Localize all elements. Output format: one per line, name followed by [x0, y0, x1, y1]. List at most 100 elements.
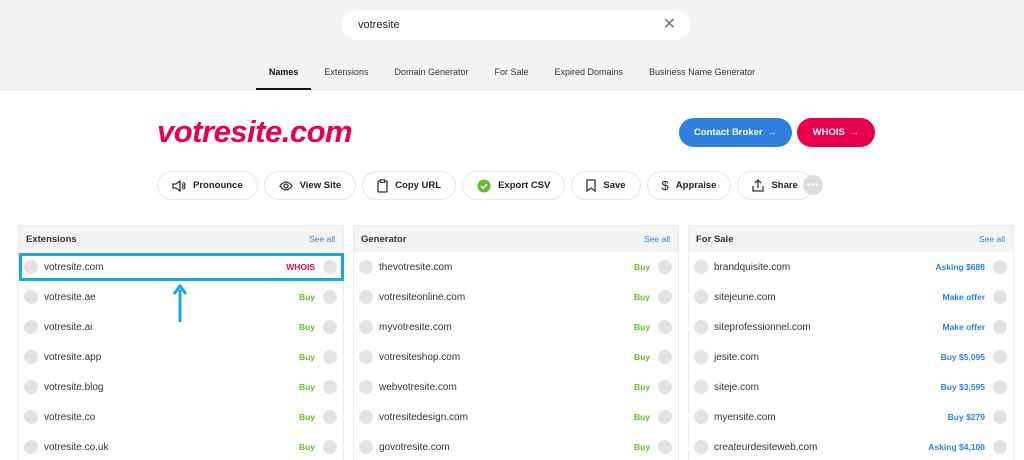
chevron-icon[interactable]: [323, 290, 337, 304]
chevron-icon[interactable]: [323, 260, 337, 274]
whois-button[interactable]: WHOIS →: [797, 118, 875, 147]
more-options-icon[interactable]: •••: [803, 175, 823, 195]
status-dot: [694, 320, 708, 334]
list-item[interactable]: votresiteonline.com Buy: [354, 282, 678, 312]
price-link[interactable]: Buy $3,595: [941, 382, 985, 392]
domain-name: siteprofessionnel.com: [714, 321, 811, 333]
price-link[interactable]: Asking $688: [935, 262, 985, 272]
list-item[interactable]: votresiteshop.com Buy: [354, 342, 678, 372]
save-button[interactable]: Save: [571, 171, 641, 200]
chevron-icon[interactable]: [323, 440, 337, 454]
buy-link[interactable]: Buy: [634, 442, 650, 452]
panel-title: Generator: [361, 233, 407, 245]
domain-name: brandquisite.com: [714, 261, 791, 273]
tab-for-sale[interactable]: For Sale: [482, 57, 542, 90]
chevron-icon[interactable]: [658, 320, 672, 334]
tab-business-name-generator[interactable]: Business Name Generator: [636, 57, 768, 90]
chevron-icon[interactable]: [658, 290, 672, 304]
price-link[interactable]: Make offer: [942, 292, 985, 302]
list-item[interactable]: votresite.app Buy: [19, 342, 343, 372]
domain-name: myvotresite.com: [379, 321, 452, 333]
close-icon[interactable]: ✕: [663, 17, 676, 33]
tab-names[interactable]: Names: [255, 57, 312, 90]
arrow-right-icon: →: [849, 127, 860, 138]
list-item[interactable]: thevotresite.com Buy: [354, 252, 678, 282]
status-dot: [694, 410, 708, 424]
chevron-icon[interactable]: [658, 260, 672, 274]
buy-link[interactable]: Buy: [299, 382, 315, 392]
chevron-icon[interactable]: [993, 290, 1007, 304]
chevron-icon[interactable]: [323, 410, 337, 424]
chevron-icon[interactable]: [323, 350, 337, 364]
list-item[interactable]: jesite.com Buy $5,095: [689, 342, 1013, 372]
price-link[interactable]: Buy $279: [948, 412, 985, 422]
price-link[interactable]: Make offer: [942, 322, 985, 332]
domain-name: webvotresite.com: [379, 381, 457, 393]
list-item[interactable]: siteje.com Buy $3,595: [689, 372, 1013, 402]
buy-link[interactable]: Buy: [634, 382, 650, 392]
buy-link[interactable]: Buy: [634, 292, 650, 302]
copy-url-button[interactable]: Copy URL: [362, 171, 457, 200]
list-item[interactable]: webvotresite.com Buy: [354, 372, 678, 402]
domain-name: votresite.co.uk: [44, 441, 109, 453]
buy-link[interactable]: Buy: [299, 412, 315, 422]
buy-link[interactable]: Buy: [634, 412, 650, 422]
price-link[interactable]: Asking $4,106: [928, 442, 985, 452]
list-item[interactable]: votresite.co.uk Buy: [19, 432, 343, 460]
action-bar: Pronounce View Site Copy URL Export CSV …: [157, 171, 813, 200]
list-item[interactable]: myvotresite.com Buy: [354, 312, 678, 342]
search-input[interactable]: votresite: [358, 19, 663, 31]
chevron-icon[interactable]: [993, 440, 1007, 454]
status-dot: [359, 320, 373, 334]
chevron-icon[interactable]: [658, 440, 672, 454]
chevron-icon[interactable]: [993, 320, 1007, 334]
status-dot: [24, 290, 38, 304]
panel-header: Extensions See all: [19, 226, 343, 252]
chevron-icon[interactable]: [658, 380, 672, 394]
domain-name: votresitedesign.com: [379, 411, 468, 423]
list-item[interactable]: brandquisite.com Asking $688: [689, 252, 1013, 282]
pronounce-button[interactable]: Pronounce: [157, 171, 258, 200]
chevron-icon[interactable]: [658, 410, 672, 424]
see-all-link[interactable]: See all: [979, 234, 1005, 244]
share-button[interactable]: Share: [737, 171, 813, 200]
buy-link[interactable]: Buy: [634, 262, 650, 272]
list-item[interactable]: createurdesiteweb.com Asking $4,106: [689, 432, 1013, 460]
tab-domain-generator[interactable]: Domain Generator: [381, 57, 481, 90]
chevron-icon[interactable]: [993, 350, 1007, 364]
chevron-icon[interactable]: [658, 350, 672, 364]
search-bar[interactable]: votresite ✕: [342, 10, 690, 40]
buy-link[interactable]: Buy: [634, 352, 650, 362]
whois-link[interactable]: WHOIS: [286, 262, 315, 272]
buy-link[interactable]: Buy: [299, 352, 315, 362]
list-item[interactable]: votresite.com WHOIS: [19, 252, 343, 282]
list-item[interactable]: votresite.co Buy: [19, 402, 343, 432]
domain-name: votresite.com: [44, 261, 104, 273]
appraise-button[interactable]: $ Appraise: [646, 171, 732, 200]
chevron-icon[interactable]: [993, 380, 1007, 394]
contact-broker-button[interactable]: Contact Broker →: [679, 118, 792, 147]
list-item[interactable]: sitejeune.com Make offer: [689, 282, 1013, 312]
tab-extensions[interactable]: Extensions: [311, 57, 381, 90]
view-site-button[interactable]: View Site: [263, 171, 357, 200]
view-site-label: View Site: [299, 180, 342, 191]
list-item[interactable]: votresitedesign.com Buy: [354, 402, 678, 432]
see-all-link[interactable]: See all: [309, 234, 335, 244]
chevron-icon[interactable]: [993, 260, 1007, 274]
buy-link[interactable]: Buy: [634, 322, 650, 332]
chevron-icon[interactable]: [323, 320, 337, 334]
list-item[interactable]: siteprofessionnel.com Make offer: [689, 312, 1013, 342]
tab-expired-domains[interactable]: Expired Domains: [542, 57, 637, 90]
buy-link[interactable]: Buy: [299, 442, 315, 452]
price-link[interactable]: Buy $5,095: [941, 352, 985, 362]
list-item[interactable]: votresite.blog Buy: [19, 372, 343, 402]
arrow-up-icon: [172, 284, 188, 322]
see-all-link[interactable]: See all: [644, 234, 670, 244]
export-csv-button[interactable]: Export CSV: [462, 171, 566, 200]
chevron-icon[interactable]: [323, 380, 337, 394]
list-item[interactable]: myensite.com Buy $279: [689, 402, 1013, 432]
chevron-icon[interactable]: [993, 410, 1007, 424]
buy-link[interactable]: Buy: [299, 322, 315, 332]
buy-link[interactable]: Buy: [299, 292, 315, 302]
list-item[interactable]: govotresite.com Buy: [354, 432, 678, 460]
